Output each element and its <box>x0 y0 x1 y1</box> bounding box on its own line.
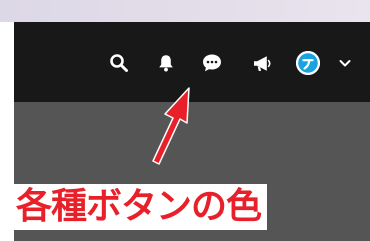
announcements-button[interactable] <box>251 52 273 74</box>
account-menu-toggle[interactable] <box>337 55 353 71</box>
chat-bubble-icon <box>203 54 221 72</box>
avatar[interactable] <box>296 51 320 75</box>
search-button[interactable] <box>108 52 130 74</box>
window-top-strip <box>0 0 370 22</box>
avatar-icon <box>296 51 320 75</box>
annotation-caption: 各種ボタンの色 <box>10 184 268 230</box>
search-icon <box>110 54 128 72</box>
messages-button[interactable] <box>201 52 223 74</box>
megaphone-icon <box>254 56 271 71</box>
bell-icon <box>159 55 173 72</box>
chevron-down-icon <box>339 60 351 67</box>
annotation-arrow <box>152 87 190 165</box>
notifications-button[interactable] <box>155 52 177 74</box>
